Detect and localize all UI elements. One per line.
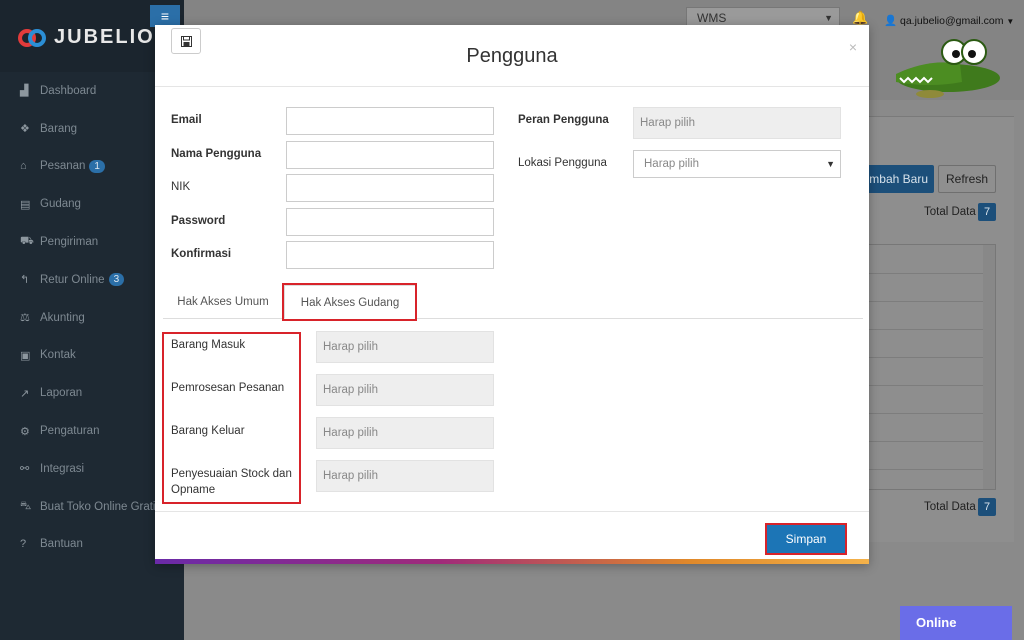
truck-icon: ⛟ — [20, 235, 34, 248]
email-label: Email — [171, 114, 202, 126]
table-row — [869, 301, 985, 302]
total-data-label-bottom: Total Data — [924, 501, 976, 513]
table-row — [869, 441, 985, 442]
chart-line-icon: ↗ — [20, 387, 30, 400]
table-row — [869, 357, 985, 358]
total-data-label: Total Data — [924, 206, 976, 218]
tab-hak-akses-umum[interactable]: Hak Akses Umum — [165, 285, 281, 319]
user-email: qa.jubelio@gmail.com — [900, 15, 1004, 27]
sidebar-item-label: Pesanan — [40, 160, 86, 173]
table-row — [869, 413, 985, 414]
sidebar-item-label: Dashboard — [40, 84, 97, 97]
sidebar-item-label: Integrasi — [40, 462, 85, 475]
role-select-value: Harap pilih — [640, 117, 695, 129]
close-icon[interactable]: × — [849, 39, 857, 55]
nik-field[interactable] — [286, 174, 494, 202]
dashboard-icon: ▟ — [20, 85, 29, 98]
shopping-cart-icon: ⛍ — [20, 499, 32, 512]
data-table — [868, 244, 996, 490]
location-label: Lokasi Pengguna — [518, 157, 607, 169]
table-row — [869, 273, 985, 274]
hamburger-icon: ≡ — [160, 8, 170, 24]
add-new-button[interactable]: mbah Baru — [858, 165, 934, 193]
user-modal: Pengguna × Email Nama Pengguna NIK Passw… — [155, 25, 869, 564]
refresh-button[interactable]: Refresh — [938, 165, 996, 193]
sitemap-icon: ⚯ — [20, 463, 30, 476]
permission-select-value: Harap pilih — [323, 427, 378, 439]
highlight-box-permissions — [162, 332, 301, 504]
table-scrollbar[interactable] — [983, 245, 995, 489]
permission-select-barang-keluar[interactable]: Harap pilih — [316, 417, 494, 449]
modal-title: Pengguna — [466, 45, 558, 67]
modal-header: Pengguna × — [155, 25, 869, 87]
user-menu[interactable]: 👤 qa.jubelio@gmail.com ▼ — [884, 14, 1014, 27]
count-badge: 1 — [89, 159, 105, 173]
question-circle-icon: ? — [20, 538, 27, 551]
online-chat-button[interactable]: Online — [900, 606, 1012, 640]
password-label: Password — [171, 215, 226, 227]
caret-down-icon: ▼ — [1006, 17, 1015, 26]
table-row — [869, 385, 985, 386]
table-row — [869, 329, 985, 330]
sidebar-item-label: Pengiriman — [40, 236, 99, 249]
caret-down-icon: ▼ — [826, 159, 835, 169]
sidebar-item-label: Laporan — [40, 387, 83, 400]
confirm-password-label: Konfirmasi — [171, 248, 232, 260]
highlight-box-save — [765, 523, 847, 555]
cubes-icon: ❖ — [20, 123, 30, 136]
logo-mark-icon — [18, 27, 48, 49]
sidebar-item-label: Barang — [40, 122, 78, 135]
role-label: Peran Pengguna — [518, 114, 609, 126]
permission-select-pemrosesan-pesanan[interactable]: Harap pilih — [316, 374, 494, 406]
menu-toggle-button[interactable]: ≡ — [150, 5, 180, 27]
crocodile-mascot-icon — [896, 39, 1000, 98]
nik-label: NIK — [171, 181, 191, 193]
total-data-badge: 7 — [978, 203, 996, 221]
address-card-icon: ▣ — [20, 349, 31, 362]
permission-select-value: Harap pilih — [323, 384, 378, 396]
balance-scale-icon: ⚖ — [20, 312, 30, 325]
basket-icon: ⌂ — [20, 160, 27, 173]
user-location-value: Harap pilih — [644, 158, 699, 170]
brand-gradient-bar — [155, 559, 869, 564]
sidebar-item-label: Gudang — [40, 198, 81, 211]
modal-footer — [155, 511, 869, 558]
email-field[interactable] — [286, 107, 494, 135]
count-badge: 3 — [108, 273, 125, 287]
username-label: Nama Pengguna — [171, 148, 262, 160]
table-row — [869, 469, 985, 470]
role-select[interactable]: Harap pilih — [633, 107, 841, 139]
sidebar-item-label: Pengaturan — [40, 425, 100, 438]
sidebar-item-label: Buat Toko Online Gratis — [40, 500, 162, 513]
location-select-value: WMS — [697, 11, 727, 25]
cogs-icon: ⚙ — [20, 425, 30, 438]
logo-text: JUBELIO — [54, 26, 155, 48]
permission-select-value: Harap pilih — [323, 341, 378, 353]
sidebar-item-label: Kontak — [40, 349, 76, 362]
reply-icon: ↰ — [20, 274, 30, 287]
sidebar-item-label: Retur Online — [40, 273, 105, 286]
permission-select-barang-masuk[interactable]: Harap pilih — [316, 331, 494, 363]
confirm-password-field[interactable] — [286, 241, 494, 269]
permission-select-penyesuaian-stock[interactable]: Harap pilih — [316, 460, 494, 492]
user-location-select[interactable]: Harap pilih ▼ — [633, 150, 841, 178]
password-field[interactable] — [286, 208, 494, 236]
user-icon: 👤 — [884, 15, 898, 27]
building-icon: ▤ — [20, 198, 31, 211]
total-data-badge-bottom: 7 — [978, 498, 996, 516]
sidebar-item-label: Akunting — [40, 311, 85, 324]
bell-icon[interactable]: 🔔 — [852, 10, 868, 26]
sidebar-item-label: Bantuan — [40, 538, 83, 551]
permission-select-value: Harap pilih — [323, 470, 378, 482]
username-field[interactable] — [286, 141, 494, 169]
highlight-box-tab — [282, 283, 417, 321]
jubelio-logo[interactable]: JUBELIO — [18, 26, 155, 49]
